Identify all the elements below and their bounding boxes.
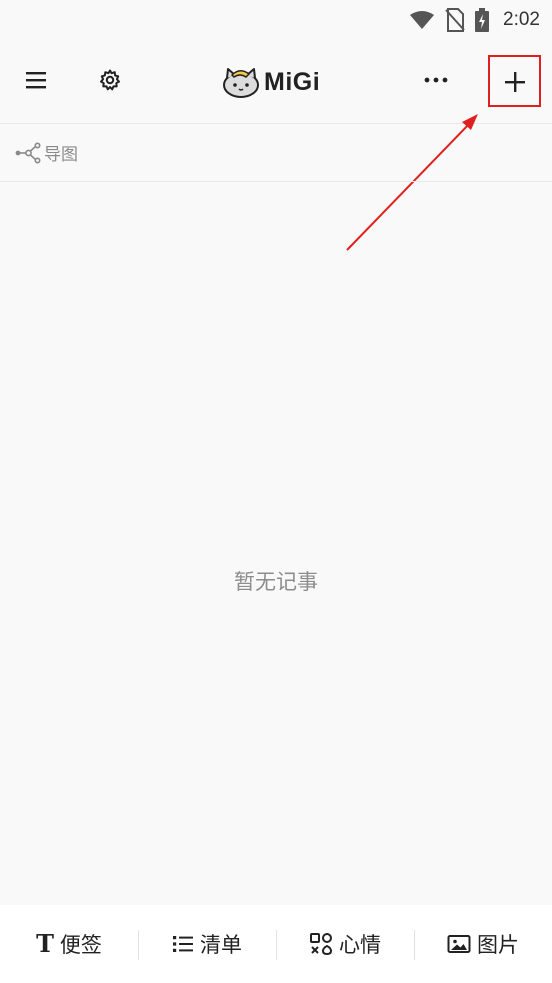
no-sim-icon: [445, 8, 465, 32]
app-name: MiGi: [264, 67, 321, 96]
app-bar: MiGi: [0, 40, 552, 124]
gear-icon: [100, 69, 120, 91]
settings-button[interactable]: [92, 62, 128, 98]
new-mood-button[interactable]: 心情: [276, 924, 414, 964]
status-time: 2:02: [503, 9, 540, 30]
wifi-icon: [410, 11, 435, 29]
new-sticky-note-button[interactable]: T 便签: [0, 924, 138, 964]
bottom-item-label: 图片: [477, 933, 519, 957]
new-image-button[interactable]: 图片: [414, 924, 552, 964]
new-checklist-button[interactable]: 清单: [138, 924, 276, 964]
app-logo: MiGi: [222, 62, 320, 102]
mindmap-tab[interactable]: 导图: [14, 140, 78, 165]
bottom-bar: T 便签 清单 心情 图片: [0, 905, 552, 983]
plus-icon: [505, 72, 525, 92]
add-note-button[interactable]: [488, 56, 542, 108]
filter-bar: 导图: [0, 124, 552, 182]
empty-state-message: 暂无记事: [234, 570, 318, 594]
bottom-item-label: 便签: [59, 933, 102, 957]
battery-charging-icon: [475, 8, 490, 32]
more-options-button[interactable]: [418, 62, 454, 98]
bottom-item-label: 心情: [339, 933, 381, 957]
list-icon: [173, 936, 193, 952]
status-bar: 2:02: [0, 0, 552, 40]
bottom-item-label: 清单: [200, 933, 242, 957]
mood-icon: [310, 933, 333, 956]
cat-mascot-icon: [223, 68, 259, 98]
image-icon: [447, 935, 471, 953]
mindmap-icon: [15, 141, 41, 163]
mindmap-label: 导图: [44, 145, 78, 165]
menu-button[interactable]: [18, 62, 54, 98]
text-icon: T: [36, 929, 54, 958]
more-icon: [424, 77, 448, 83]
menu-icon: [26, 72, 46, 89]
